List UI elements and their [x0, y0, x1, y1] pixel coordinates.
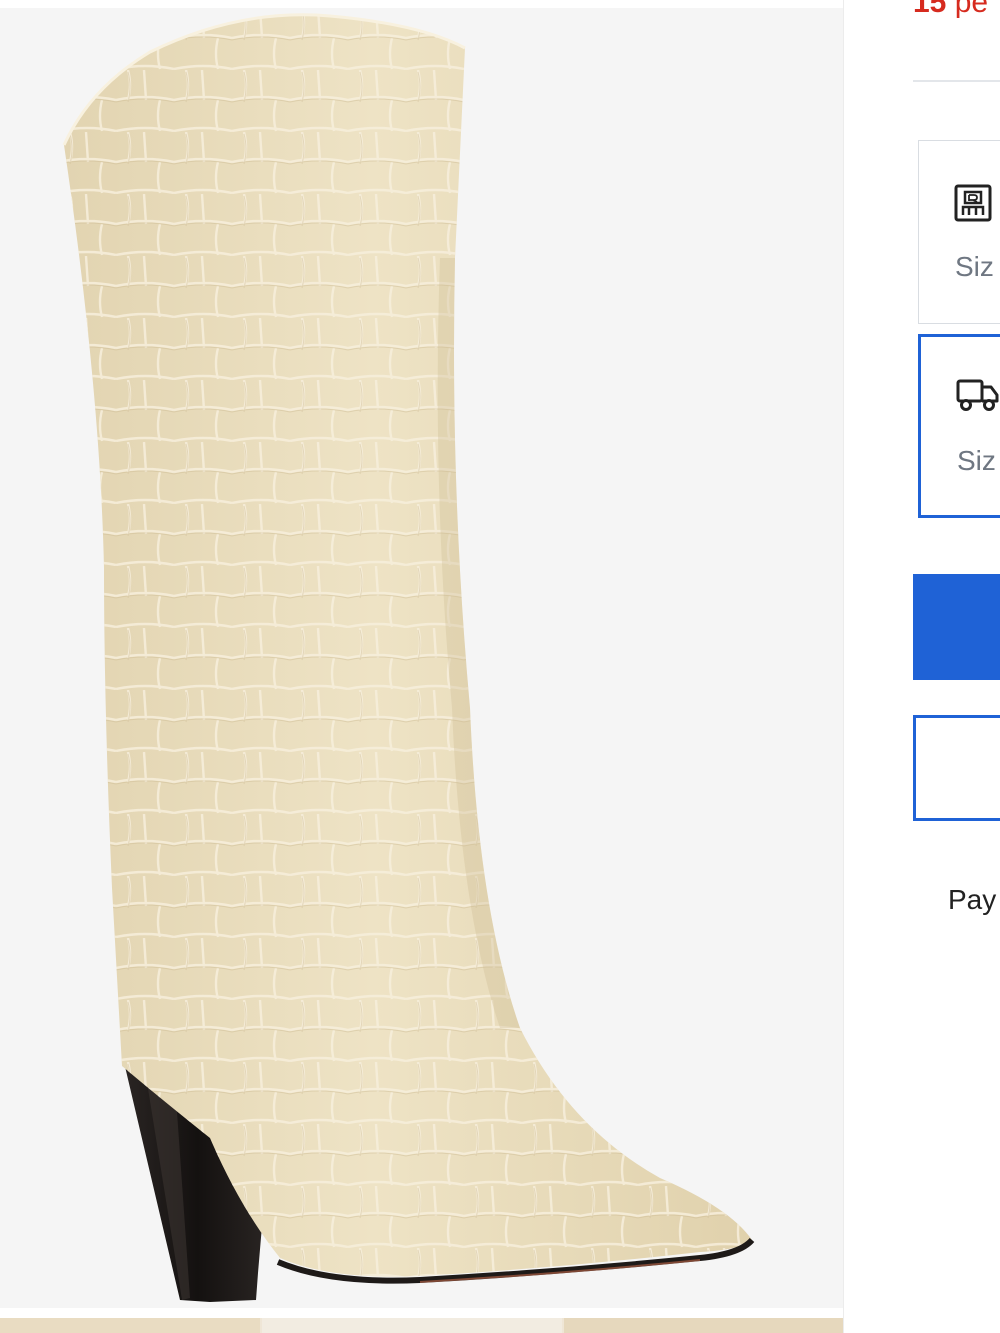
promo-number: 15	[913, 0, 947, 19]
thumbnail-1[interactable]	[0, 1318, 260, 1333]
add-to-cart-button[interactable]	[913, 574, 1000, 680]
payment-text: Pay	[948, 884, 997, 915]
column-divider	[843, 0, 844, 1333]
thumbnail-strip[interactable]	[0, 1318, 843, 1333]
product-image[interactable]	[0, 8, 843, 1308]
section-divider	[913, 80, 1000, 82]
store-icon	[953, 183, 993, 228]
pickup-option[interactable]: Siz	[918, 140, 1000, 324]
promo-rest: pe	[954, 0, 989, 19]
pickup-label: Siz	[955, 251, 994, 282]
promo-text: 15 pe	[913, 0, 988, 20]
truck-icon	[955, 375, 1000, 420]
ship-label: Siz	[957, 445, 996, 476]
boot-image	[62, 13, 755, 1302]
thumbnail-2[interactable]	[262, 1318, 562, 1333]
secondary-action-button[interactable]	[913, 715, 1000, 821]
thumbnail-3[interactable]	[564, 1318, 843, 1333]
ship-option[interactable]: Siz	[918, 334, 1000, 518]
